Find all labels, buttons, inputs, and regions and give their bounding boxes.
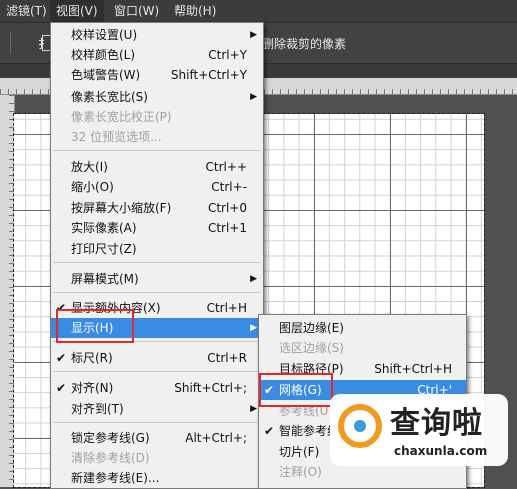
search-logo-icon <box>338 404 382 448</box>
menu-item-label: 放大(I) <box>71 160 108 174</box>
menu-item-shortcut: Alt+Ctrl+; <box>185 431 247 445</box>
menu-separator <box>53 292 261 293</box>
menu-separator <box>53 262 261 263</box>
menu-item-shortcut: Ctrl+0 <box>207 201 247 215</box>
submenu-arrow-icon: ▶ <box>250 92 257 102</box>
options-bar-grip <box>10 32 11 54</box>
menu-item-label: 图层边缘(E) <box>279 321 344 335</box>
watermark-subtitle: chaxunla.com <box>394 444 488 458</box>
menu-item-rulers[interactable]: ✔ 标尺(R) Ctrl+R <box>51 348 263 368</box>
watermark: 查询啦 chaxunla.com <box>330 394 508 466</box>
menu-item-shortcut: Shift+Ctrl+; <box>174 381 247 395</box>
menu-item-label: 校样颜色(L) <box>71 48 136 62</box>
menu-item-lock-guides[interactable]: 锁定参考线(G) Alt+Ctrl+; <box>51 428 263 448</box>
checkmark-icon: ✔ <box>56 351 67 365</box>
submenu-arrow-icon: ▶ <box>250 30 257 40</box>
menu-item-label: 注释(O) <box>279 465 322 479</box>
watermark-title: 查询啦 <box>390 406 483 441</box>
delete-cropped-pixels-label[interactable]: 删除裁剪的像素 <box>262 35 346 52</box>
menu-item-print-size[interactable]: 打印尺寸(Z) <box>51 239 263 259</box>
submenu-arrow-icon: ▶ <box>250 274 257 284</box>
logo-center-dot <box>354 420 366 432</box>
menu-item-fit-on-screen[interactable]: 按屏幕大小缩放(F) Ctrl+0 <box>51 198 263 218</box>
menu-item-label: 对齐到(T) <box>71 402 124 416</box>
annotation-box-show <box>56 309 134 343</box>
menu-item-zoom-out[interactable]: 缩小(O) Ctrl+- <box>51 177 263 197</box>
options-bar-text-prefix: 扌 <box>38 37 51 51</box>
menu-item-zoom-in[interactable]: 放大(I) Ctrl++ <box>51 157 263 177</box>
menu-item-label: 打印尺寸(Z) <box>71 242 137 256</box>
menu-item-label: 色域警告(W) <box>71 68 141 82</box>
menu-separator <box>53 371 261 372</box>
menu-item-new-guide[interactable]: 新建参考线(E)... <box>51 468 263 488</box>
submenu-item-layer-edges[interactable]: 图层边缘(E) <box>259 318 466 338</box>
menu-item-shortcut: Shift+Ctrl+Y <box>170 68 247 82</box>
menu-item-32bit-preview[interactable]: 32 位预览选项... <box>51 127 263 147</box>
menu-item-label: 校样设置(U) <box>71 28 138 42</box>
menu-item-pixel-aspect-ratio[interactable]: 像素长宽比(S) ▶ <box>51 87 263 107</box>
menu-item-label: 32 位预览选项... <box>71 130 162 144</box>
view-menu-dropdown: 校样设置(U) ▶ 校样颜色(L) Ctrl+Y 色域警告(W) Shift+C… <box>50 22 264 489</box>
menu-item-label: 选区边缘(S) <box>279 341 344 355</box>
menu-item-label: 按屏幕大小缩放(F) <box>71 201 172 215</box>
menu-item-shortcut: Ctrl+Y <box>208 48 247 62</box>
submenu-arrow-icon: ▶ <box>250 323 257 333</box>
annotation-box-grid <box>259 373 333 407</box>
submenu-item-selection-edges[interactable]: 选区边缘(S) <box>259 338 466 358</box>
menu-item-label: 实际像素(A) <box>71 221 137 235</box>
menu-item-label: 新建参考线(E)... <box>71 471 160 485</box>
menu-item-clear-guides[interactable]: 清除参考线(D) <box>51 448 263 468</box>
menu-item-gamut-warning[interactable]: 色域警告(W) Shift+Ctrl+Y <box>51 65 263 85</box>
menu-item-label: 像素长宽比校正(P) <box>71 110 172 124</box>
menu-item-actual-pixels[interactable]: 实际像素(A) Ctrl+1 <box>51 218 263 238</box>
checkmark-icon: ✔ <box>56 381 67 395</box>
menu-item-label: 清除参考线(D) <box>71 451 150 465</box>
menu-help[interactable]: 帮助(H) <box>168 0 222 22</box>
menu-bar: 滤镜(T) 视图(V) 窗口(W) 帮助(H) <box>0 0 517 23</box>
vertical-ruler[interactable] <box>0 95 15 487</box>
submenu-arrow-icon: ▶ <box>250 404 257 414</box>
menu-item-label: 缩小(O) <box>71 180 114 194</box>
menu-item-label: 像素长宽比(S) <box>71 90 148 104</box>
menu-item-label: 屏幕模式(M) <box>71 272 139 286</box>
menu-item-snap[interactable]: ✔ 对齐(N) Shift+Ctrl+; <box>51 378 263 398</box>
menu-item-shortcut: Shift+Ctrl+H <box>374 362 452 376</box>
menu-item-label: 切片(F) <box>279 445 320 459</box>
menu-item-shortcut: Ctrl++ <box>205 160 247 174</box>
menu-item-proof-setup[interactable]: 校样设置(U) ▶ <box>51 25 263 45</box>
menu-item-proof-colors[interactable]: 校样颜色(L) Ctrl+Y <box>51 45 263 65</box>
menu-window[interactable]: 窗口(W) <box>108 0 165 22</box>
checkmark-icon: ✔ <box>264 424 275 438</box>
menu-view[interactable]: 视图(V) <box>50 0 104 22</box>
menu-item-label: 对齐(N) <box>71 381 114 395</box>
menu-item-snap-to[interactable]: 对齐到(T) ▶ <box>51 399 263 419</box>
menu-item-label: 锁定参考线(G) <box>71 431 150 445</box>
menu-filter[interactable]: 滤镜(T) <box>0 0 53 22</box>
menu-separator <box>53 150 261 151</box>
menu-item-pixel-aspect-correction[interactable]: 像素长宽比校正(P) <box>51 107 263 127</box>
menu-item-shortcut: Ctrl+- <box>211 180 247 194</box>
menu-separator <box>53 422 261 423</box>
menu-item-label: 标尺(R) <box>71 351 113 365</box>
menu-item-shortcut: Ctrl+R <box>207 351 247 365</box>
menu-item-shortcut: Ctrl+H <box>206 301 247 315</box>
menu-item-shortcut: Ctrl+1 <box>207 221 247 235</box>
menu-item-screen-mode[interactable]: 屏幕模式(M) ▶ <box>51 269 263 289</box>
